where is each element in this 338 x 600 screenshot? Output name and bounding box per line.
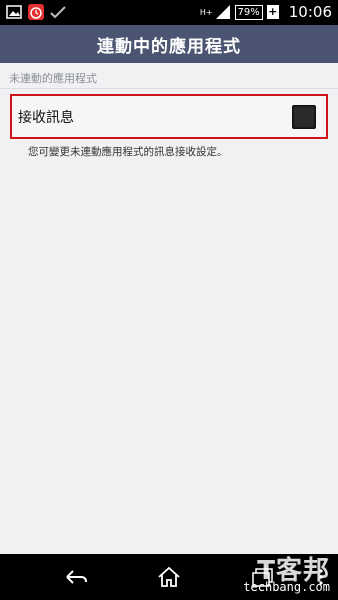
setting-label: 接收訊息 <box>18 110 74 126</box>
check-icon <box>50 6 66 19</box>
battery-icon: 79% <box>234 4 263 20</box>
watermark: T客邦 techbang.com <box>243 550 330 594</box>
section-label: 未連動的應用程式 <box>9 72 97 85</box>
back-icon[interactable] <box>63 566 89 588</box>
app-header: 連動中的應用程式 <box>0 25 338 63</box>
section-divider <box>0 88 338 89</box>
home-icon[interactable] <box>156 566 182 588</box>
page-title: 連動中的應用程式 <box>97 37 241 57</box>
status-bar: H+ 79% + 10:06 <box>0 0 338 25</box>
receive-messages-setting[interactable]: 接收訊息 <box>10 94 328 139</box>
setting-description: 您可變更未連動應用程式的訊息接收設定。 <box>28 146 228 158</box>
navigation-bar: T客邦 techbang.com <box>0 554 338 600</box>
receive-messages-checkbox[interactable] <box>292 105 316 129</box>
status-right-icons: H+ 79% + 10:06 <box>200 3 332 21</box>
watermark-text: techbang.com <box>243 580 330 594</box>
image-icon <box>6 5 22 19</box>
signal-icon <box>215 5 230 19</box>
clock: 10:06 <box>288 3 332 21</box>
status-left-icons <box>6 4 66 20</box>
charging-indicator: + <box>266 5 279 19</box>
alarm-icon <box>28 4 44 20</box>
network-type-label: H+ <box>199 7 213 17</box>
